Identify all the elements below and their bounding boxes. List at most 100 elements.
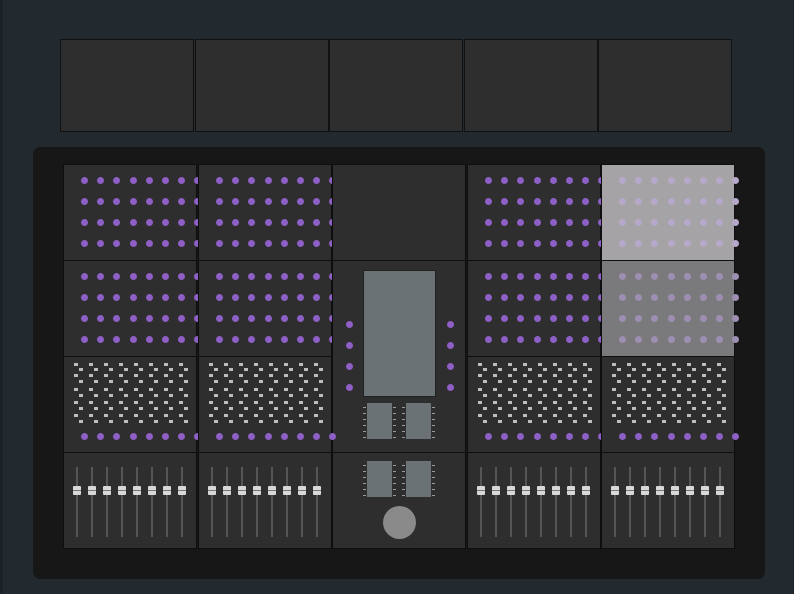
led-icon[interactable] (297, 273, 304, 280)
key-icon[interactable] (588, 420, 592, 423)
led-icon[interactable] (248, 433, 256, 440)
key-icon[interactable] (573, 407, 577, 410)
led-icon[interactable] (346, 342, 353, 349)
led-icon[interactable] (683, 240, 691, 247)
key-icon[interactable] (558, 407, 562, 410)
led-icon[interactable] (485, 273, 492, 280)
led-icon[interactable] (113, 273, 121, 280)
key-icon[interactable] (702, 401, 706, 404)
key-icon[interactable] (573, 368, 577, 371)
key-icon[interactable] (513, 407, 517, 410)
fader-knob[interactable] (492, 486, 500, 495)
led-icon[interactable] (216, 240, 223, 247)
led-icon[interactable] (533, 219, 541, 226)
led-icon[interactable] (533, 240, 541, 247)
led-icon[interactable] (517, 198, 525, 205)
led-icon[interactable] (619, 315, 626, 322)
key-icon[interactable] (139, 407, 143, 410)
led-icon[interactable] (162, 294, 169, 301)
key-icon[interactable] (134, 414, 138, 417)
key-icon[interactable] (647, 368, 651, 371)
fader-knob[interactable] (656, 486, 664, 495)
key-icon[interactable] (154, 420, 158, 423)
led-icon[interactable] (248, 273, 256, 280)
key-icon[interactable] (319, 368, 323, 371)
key-icon[interactable] (179, 414, 183, 417)
led-icon[interactable] (716, 177, 724, 184)
led-icon[interactable] (485, 336, 492, 343)
key-icon[interactable] (508, 374, 512, 377)
key-icon[interactable] (319, 380, 323, 383)
key-icon[interactable] (528, 407, 532, 410)
key-icon[interactable] (314, 414, 318, 417)
key-icon[interactable] (89, 363, 93, 366)
led-icon[interactable] (248, 315, 256, 322)
led-icon[interactable] (162, 240, 169, 247)
key-icon[interactable] (632, 407, 636, 410)
led-icon[interactable] (264, 198, 272, 205)
key-icon[interactable] (149, 388, 153, 391)
led-icon[interactable] (232, 219, 240, 226)
key-icon[interactable] (538, 388, 542, 391)
led-module-r1-c1[interactable] (63, 164, 202, 261)
key-icon[interactable] (244, 420, 248, 423)
key-icon[interactable] (164, 363, 168, 366)
key-icon[interactable] (269, 388, 273, 391)
key-icon[interactable] (702, 363, 706, 366)
key-icon[interactable] (139, 420, 143, 423)
led-icon[interactable] (485, 294, 492, 301)
fader-module-c2[interactable] (198, 452, 332, 549)
led-icon[interactable] (216, 294, 223, 301)
key-icon[interactable] (289, 380, 293, 383)
led-icon[interactable] (264, 240, 272, 247)
key-icon[interactable] (657, 363, 661, 366)
led-icon[interactable] (129, 433, 137, 440)
key-icon[interactable] (74, 388, 78, 391)
key-icon[interactable] (89, 414, 93, 417)
led-icon[interactable] (313, 336, 321, 343)
key-icon[interactable] (254, 388, 258, 391)
key-icon[interactable] (244, 407, 248, 410)
led-icon[interactable] (297, 177, 304, 184)
led-icon[interactable] (700, 273, 707, 280)
led-icon[interactable] (178, 273, 186, 280)
key-icon[interactable] (94, 380, 98, 383)
key-icon[interactable] (573, 380, 577, 383)
key-icon[interactable] (692, 394, 696, 397)
key-icon[interactable] (209, 401, 213, 404)
led-icon[interactable] (667, 198, 675, 205)
led-icon[interactable] (297, 336, 304, 343)
key-icon[interactable] (79, 380, 83, 383)
key-icon[interactable] (259, 407, 263, 410)
key-icon[interactable] (229, 407, 233, 410)
key-icon[interactable] (508, 401, 512, 404)
key-icon[interactable] (289, 407, 293, 410)
led-icon[interactable] (280, 198, 288, 205)
led-module-r1-c4[interactable] (467, 164, 606, 261)
led-icon[interactable] (716, 219, 724, 226)
key-icon[interactable] (169, 420, 173, 423)
key-icon[interactable] (134, 388, 138, 391)
key-icon[interactable] (89, 388, 93, 391)
key-icon[interactable] (289, 368, 293, 371)
led-icon[interactable] (549, 294, 557, 301)
fader-knob[interactable] (537, 486, 545, 495)
key-icon[interactable] (184, 407, 188, 410)
led-icon[interactable] (566, 336, 573, 343)
key-icon[interactable] (214, 407, 218, 410)
led-icon[interactable] (683, 433, 691, 440)
key-icon[interactable] (124, 368, 128, 371)
led-icon[interactable] (232, 273, 240, 280)
key-icon[interactable] (543, 420, 547, 423)
fader-knob[interactable] (73, 486, 81, 495)
led-icon[interactable] (145, 198, 153, 205)
key-icon[interactable] (274, 380, 278, 383)
led-icon[interactable] (280, 294, 288, 301)
key-icon[interactable] (274, 407, 278, 410)
key-icon[interactable] (722, 420, 726, 423)
key-icon[interactable] (647, 380, 651, 383)
key-icon[interactable] (568, 374, 572, 377)
key-icon[interactable] (707, 380, 711, 383)
led-icon[interactable] (700, 198, 707, 205)
led-icon[interactable] (297, 198, 304, 205)
